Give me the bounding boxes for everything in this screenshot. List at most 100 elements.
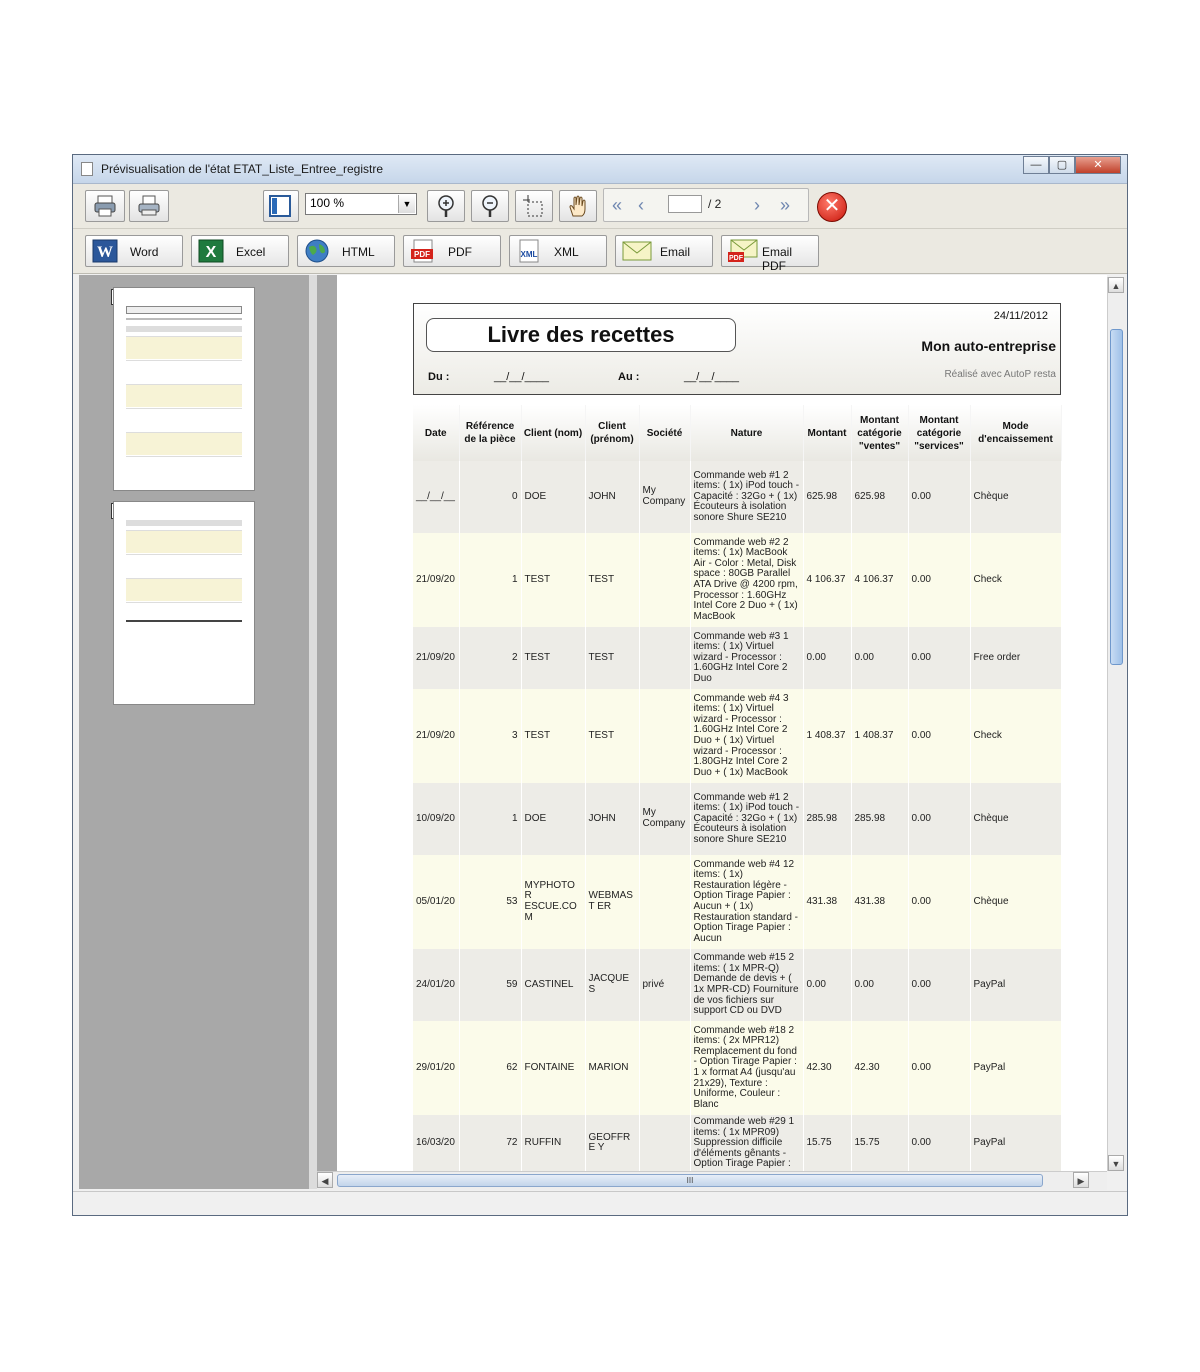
report-table: Date Référence de la pièce Client (nom) Cli… [413, 405, 1062, 1171]
cell-ventes: 42.30 [851, 1021, 909, 1115]
zoom-in-button[interactable] [427, 190, 465, 222]
au-value: __/__/____ [684, 371, 740, 383]
table-row: __/__/__ 0 DOE JOHN My Company Commande web #… [413, 461, 1062, 533]
maximize-button[interactable]: ▢ [1049, 156, 1075, 174]
hand-pan-icon [569, 195, 586, 217]
last-page-icon[interactable]: » [780, 195, 790, 216]
cell-date: 29/01/20 [413, 1021, 460, 1115]
envelope-pdf-icon: PDF [728, 239, 758, 262]
cell-ref: 62 [459, 1021, 522, 1115]
cell-date: __/__/__ [413, 461, 460, 533]
cell-societe: My Company [639, 461, 691, 533]
export-xml-button[interactable]: XML XML [509, 235, 607, 267]
column-header: Date [413, 405, 460, 461]
scroll-left-icon[interactable]: ◀ [317, 1172, 333, 1188]
report-title: Livre des recettes [426, 318, 736, 352]
printer-icon [94, 195, 116, 217]
xml-badge: XML [521, 250, 538, 259]
cell-services: 0.00 [908, 689, 971, 783]
export-html-button[interactable]: HTML [297, 235, 395, 267]
next-page-icon[interactable]: › [754, 195, 760, 216]
table-row: 21/09/20 3 TEST TEST Commande web #4 3 items… [413, 689, 1062, 783]
minimize-button[interactable]: — [1023, 156, 1049, 174]
print-button[interactable] [85, 190, 125, 222]
export-excel-button[interactable]: X Excel [191, 235, 289, 267]
column-header: Client (prénom) [585, 405, 640, 461]
svg-text:W: W [97, 244, 113, 261]
cell-services: 0.00 [908, 533, 971, 627]
cell-nature: Commande web #4 12 items: ( 1x) Restaura… [690, 855, 804, 949]
pdf-badge: PDF [414, 250, 430, 259]
export-toolbar: W Word X Excel HTML PDF PDF XML XML Emai… [73, 229, 1127, 274]
cell-mode: PayPal [970, 1115, 1062, 1171]
export-word-button[interactable]: W Word [85, 235, 183, 267]
close-window-button[interactable]: ✕ [1075, 156, 1121, 174]
column-header: Montant catégorie "ventes" [851, 405, 909, 461]
email-pdf-badge: PDF [729, 255, 744, 262]
thumbnail-panel: 1 2 [79, 275, 309, 1189]
previous-page-icon[interactable]: ‹ [638, 195, 644, 216]
cell-montant: 625.98 [803, 461, 852, 533]
cell-ref: 3 [459, 689, 522, 783]
chevron-down-icon[interactable]: ▼ [398, 195, 415, 213]
table-header-row: Date Référence de la pièce Client (nom) Cli… [413, 405, 1062, 461]
export-pdf-button[interactable]: PDF PDF [403, 235, 501, 267]
cell-nature: Commande web #2 2 items: ( 1x) MacBook A… [690, 533, 804, 627]
vertical-scroll-thumb[interactable] [1110, 329, 1123, 665]
thumbnail-page-1[interactable] [113, 287, 255, 491]
zoom-out-button[interactable] [471, 190, 509, 222]
horizontal-scroll-thumb[interactable]: III [337, 1174, 1043, 1187]
cell-nom: RUFFIN [521, 1115, 586, 1171]
cell-ref: 0 [459, 461, 522, 533]
cell-ventes: 4 106.37 [851, 533, 909, 627]
scroll-right-icon[interactable]: ▶ [1073, 1172, 1089, 1188]
table-row: 05/01/20 53 MYPHOTOR ESCUE.COM WEBMAST ER Co… [413, 855, 1062, 949]
select-area-button[interactable] [515, 190, 553, 222]
title-bar[interactable]: Prévisualisation de l'état ETAT_Liste_En… [73, 155, 1127, 184]
column-header: Société [639, 405, 691, 461]
cell-services: 0.00 [908, 783, 971, 855]
first-page-icon[interactable]: « [612, 195, 622, 216]
preview-toolbar: 100 % ▼ « ‹ / 2 › » ✕ [73, 184, 1127, 229]
scroll-up-icon[interactable]: ▲ [1108, 277, 1124, 293]
page-number-input[interactable] [668, 195, 702, 213]
horizontal-scrollbar[interactable]: ◀ III ▶ [317, 1171, 1107, 1190]
quick-print-button[interactable] [129, 190, 169, 222]
cell-date: 21/09/20 [413, 689, 460, 783]
cell-nature: Commande web #15 2 items: ( 1x MPR-Q) De… [690, 949, 804, 1021]
cell-ventes: 431.38 [851, 855, 909, 949]
status-bar [73, 1191, 1127, 1215]
column-header: Client (nom) [521, 405, 586, 461]
cell-montant: 42.30 [803, 1021, 852, 1115]
vertical-scrollbar[interactable]: ▲ ▼ [1107, 277, 1126, 1171]
report-viewport: Livre des recettes 24/11/2012 Mon auto-e… [317, 275, 1107, 1171]
cell-montant: 4 106.37 [803, 533, 852, 627]
close-preview-icon[interactable]: ✕ [817, 192, 847, 222]
cell-prenom: JACQUES [585, 949, 640, 1021]
cell-montant: 0.00 [803, 627, 852, 689]
cell-mode: PayPal [970, 1021, 1062, 1115]
cell-mode: Check [970, 533, 1062, 627]
panel-splitter[interactable] [309, 275, 317, 1189]
svg-text:X: X [206, 244, 217, 261]
hand-pan-button[interactable] [559, 190, 597, 222]
cell-date: 24/01/20 [413, 949, 460, 1021]
export-email-pdf-button[interactable]: PDF Email PDF [721, 235, 819, 273]
zoom-out-icon [482, 195, 498, 217]
zoom-value: 100 % [310, 196, 345, 210]
thumbnail-toggle-button[interactable] [263, 190, 299, 222]
table-row: 29/01/20 62 FONTAINE MARION Commande web #18… [413, 1021, 1062, 1115]
cell-montant: 0.00 [803, 949, 852, 1021]
export-email-button[interactable]: Email [615, 235, 713, 267]
made-with-note: Réalisé avec AutoP resta [944, 369, 1056, 380]
cell-nature: Commande web #18 2 items: ( 2x MPR12) Re… [690, 1021, 804, 1115]
table-row: 21/09/20 1 TEST TEST Commande web #2 2 items… [413, 533, 1062, 627]
quick-print-icon [138, 195, 160, 216]
thumbnail-page-2[interactable] [113, 501, 255, 705]
scroll-down-icon[interactable]: ▼ [1108, 1155, 1124, 1171]
cell-societe [639, 533, 691, 627]
xml-icon: XML [519, 239, 539, 263]
zoom-select[interactable]: 100 % ▼ [305, 193, 417, 215]
excel-icon: X [198, 239, 224, 263]
cell-nature: Commande web #29 1 items: ( 1x MPR09) Su… [690, 1115, 804, 1171]
